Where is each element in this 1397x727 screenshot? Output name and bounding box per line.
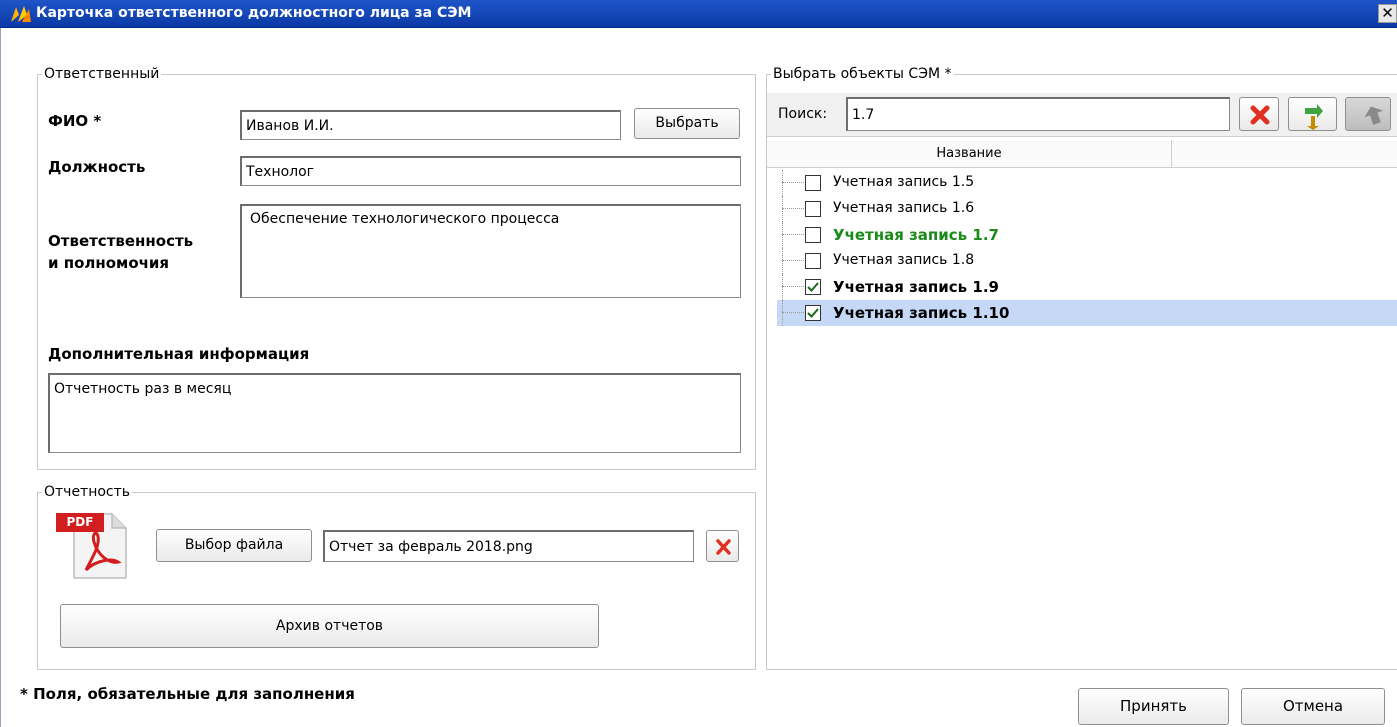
cancel-button[interactable]: Отмена [1241, 688, 1385, 725]
reports-archive-button[interactable]: Архив отчетов [60, 604, 599, 648]
objects-legend: Выбрать объекты СЭМ * [773, 66, 952, 82]
tree-guide-line [782, 222, 783, 248]
collapse-tree-button[interactable] [1345, 97, 1391, 131]
duties-textarea[interactable]: Обеспечение технологического процесса [240, 204, 741, 298]
tree-branch-line [782, 234, 804, 235]
tree-item-label: Учетная запись 1.6 [833, 200, 975, 216]
clear-search-button[interactable] [1239, 97, 1279, 131]
choose-file-button[interactable]: Выбор файла [156, 529, 312, 562]
tree-item-label: Учетная запись 1.5 [833, 174, 975, 190]
fio-label: ФИО * [48, 112, 102, 130]
tree-item[interactable]: Учетная запись 1.7 [777, 222, 1397, 248]
position-label: Должность [48, 158, 146, 176]
search-input[interactable] [846, 97, 1230, 131]
tree-guide-line [782, 170, 783, 196]
delete-x-icon [1250, 105, 1270, 125]
tree-item-checkbox[interactable] [805, 279, 821, 295]
fio-input[interactable] [240, 110, 621, 140]
clear-file-button[interactable] [706, 530, 739, 562]
duties-label-line1: Ответственность [48, 232, 194, 250]
collapse-arrow-icon [1364, 106, 1384, 125]
extra-info-textarea[interactable]: Отчетность раз в месяц [48, 373, 741, 453]
tree-item-label: Учетная запись 1.8 [833, 252, 975, 268]
tree-guide-line [782, 248, 783, 274]
tree-branch-line [782, 182, 804, 183]
accept-button[interactable]: Принять [1078, 688, 1229, 725]
pdf-badge: PDF [56, 513, 104, 532]
tree-branch-line [782, 208, 804, 209]
tree-guide-line [782, 196, 783, 222]
delete-x-icon [716, 539, 731, 555]
required-fields-note: * Поля, обязательные для заполнения [20, 685, 355, 703]
tree-item[interactable]: Учетная запись 1.9 [777, 274, 1397, 300]
tree-item[interactable]: Учетная запись 1.10 [777, 300, 1397, 326]
tree-item-label: Учетная запись 1.9 [833, 278, 999, 296]
tree-guide-line [782, 300, 783, 326]
tree-branch-line [782, 260, 804, 261]
checkmark-icon [807, 308, 819, 318]
checkmark-icon [807, 282, 819, 292]
tree-arrows-icon [1305, 104, 1323, 130]
file-name-input[interactable] [323, 530, 694, 562]
tree-item-checkbox[interactable] [805, 305, 821, 321]
window-title: Карточка ответственного должностного лиц… [36, 5, 472, 21]
responsible-legend: Ответственный [44, 66, 160, 82]
search-label: Поиск: [778, 106, 828, 122]
expand-tree-button[interactable] [1288, 97, 1337, 131]
tree-item-checkbox[interactable] [805, 175, 821, 191]
tree-item[interactable]: Учетная запись 1.8 [777, 248, 1397, 274]
tree-branch-line [782, 312, 804, 313]
tree-item[interactable]: Учетная запись 1.5 [777, 170, 1397, 196]
tree-item-label: Учетная запись 1.7 [833, 226, 999, 244]
tree-item-checkbox[interactable] [805, 253, 821, 269]
tree-guide-line [782, 274, 783, 300]
tree-item[interactable]: Учетная запись 1.6 [777, 196, 1397, 222]
duties-label-line2: и полномочия [48, 254, 170, 272]
column-name-header[interactable]: Название [767, 140, 1172, 168]
tree-item-checkbox[interactable] [805, 201, 821, 217]
extra-info-label: Дополнительная информация [48, 345, 310, 363]
select-person-button[interactable]: Выбрать [634, 108, 740, 139]
tree-item-checkbox[interactable] [805, 227, 821, 243]
close-button[interactable]: ✕ [1378, 4, 1397, 23]
reporting-legend: Отчетность [44, 484, 131, 500]
tree-item-label: Учетная запись 1.10 [833, 304, 1010, 322]
tree-branch-line [782, 286, 804, 287]
position-input[interactable] [240, 156, 741, 186]
app-logo-icon [10, 4, 32, 24]
